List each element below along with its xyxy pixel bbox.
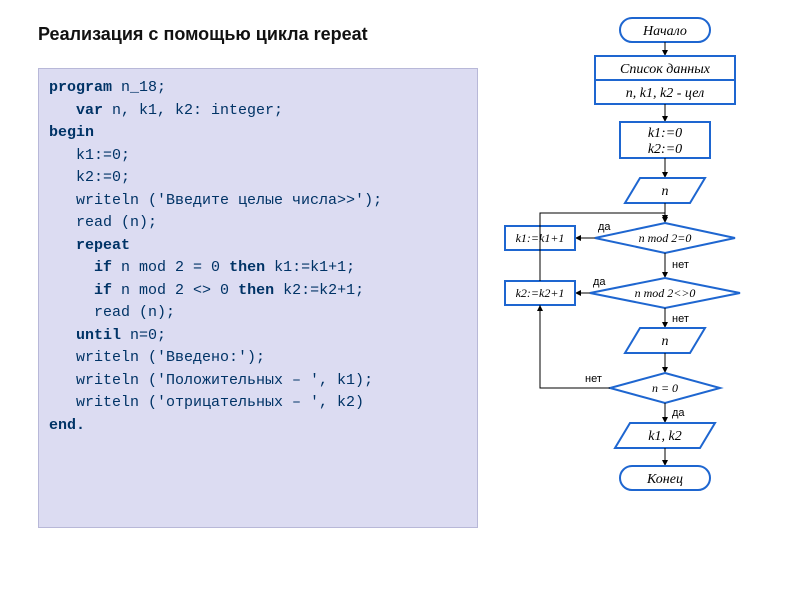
label-read-n2: n: [662, 334, 669, 349]
label-start: Начало: [642, 24, 687, 39]
kw-end: end.: [49, 417, 85, 434]
label-no2: нет: [672, 313, 689, 325]
label-end: Конец: [646, 472, 683, 487]
label-cond2: n mod 2<>0: [635, 286, 696, 300]
label-no3: нет: [585, 373, 602, 385]
page-title: Реализация с помощью цикла repeat: [38, 24, 418, 46]
label-cond1: n mod 2=0: [639, 231, 692, 245]
label-yes1: да: [598, 221, 611, 233]
label-yes2: да: [593, 276, 606, 288]
kw-until: until: [49, 327, 121, 344]
kw-program: program: [49, 79, 112, 96]
label-no1: нет: [672, 259, 689, 271]
kw-repeat: repeat: [49, 237, 130, 254]
kw-if: if: [49, 259, 112, 276]
label-read-n: n: [662, 184, 669, 199]
label-act2: k2:=k2+1: [516, 286, 565, 300]
kw-then: then: [229, 259, 265, 276]
kw-begin: begin: [49, 124, 94, 141]
kw-var: var: [49, 102, 103, 119]
label-cond3: n = 0: [652, 381, 678, 395]
label-out: k1, k2: [648, 429, 681, 444]
label-yes3: да: [672, 407, 685, 419]
label-vars: n, k1, k2 - цел: [626, 86, 704, 101]
kw-if: if: [49, 282, 112, 299]
label-datalist: Список данных: [620, 62, 711, 77]
flowchart: Начало Список данных n, k1, k2 - цел k1:…: [490, 8, 800, 588]
label-init1: k1:=0: [648, 126, 682, 141]
code-block: program n_18; var n, k1, k2: integer; be…: [38, 68, 478, 528]
kw-then: then: [238, 282, 274, 299]
label-init2: k2:=0: [648, 142, 682, 157]
